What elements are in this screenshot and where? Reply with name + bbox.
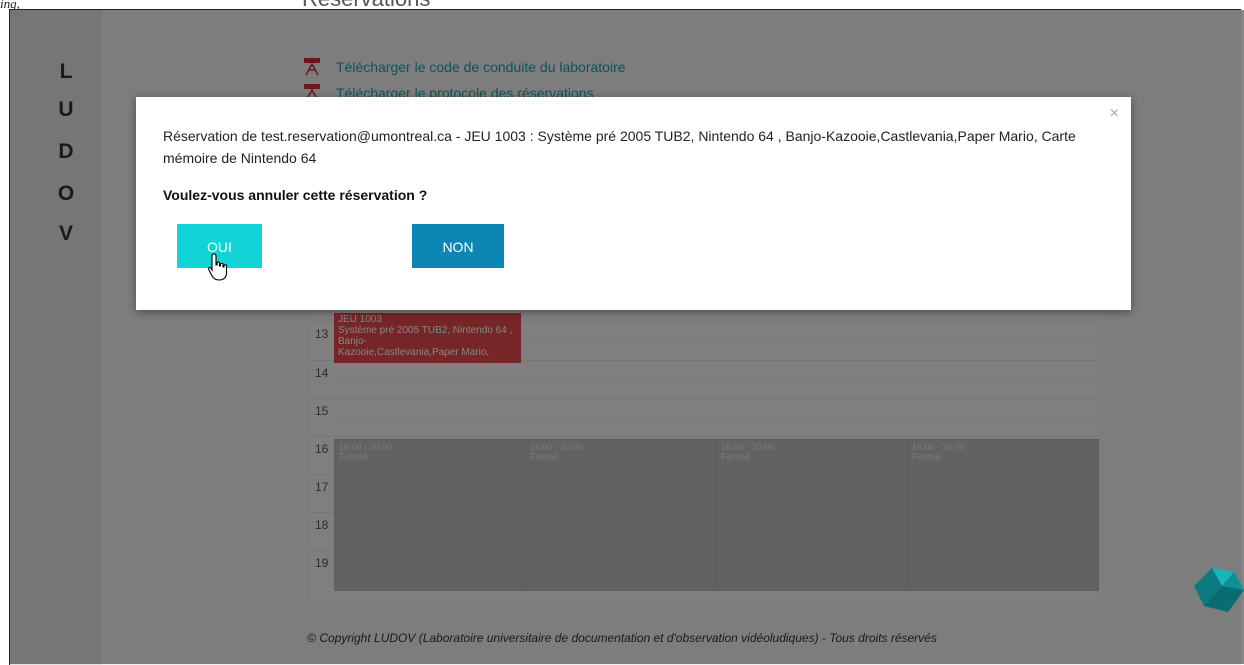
- confirm-question: Voulez-vous annuler cette réservation ?: [163, 187, 428, 203]
- no-button[interactable]: NON: [412, 224, 504, 268]
- top-left-text: ing,: [0, 0, 20, 9]
- cancel-reservation-dialog: × Réservation de test.reservation@umontr…: [136, 97, 1131, 310]
- top-clip: ing, Réservations: [0, 0, 1244, 9]
- close-icon[interactable]: ×: [1110, 105, 1119, 123]
- reservation-details: Réservation de test.reservation@umontrea…: [163, 128, 1076, 166]
- hand-cursor-icon: [207, 253, 228, 281]
- page-title: Réservations: [302, 0, 430, 9]
- gem-icon[interactable]: [1194, 568, 1244, 612]
